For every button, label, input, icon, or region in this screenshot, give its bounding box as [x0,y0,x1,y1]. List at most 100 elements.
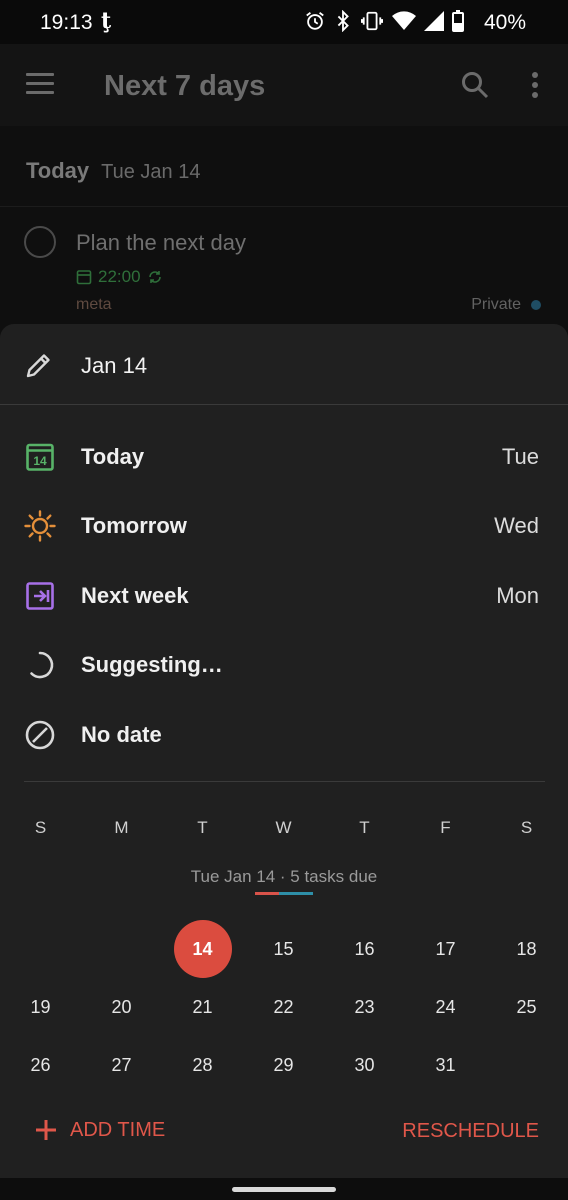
project-name: Private [471,296,521,313]
sun-icon [24,510,56,542]
calendar-day-number: 21 [192,996,213,1017]
option-day: Mon [496,583,539,608]
option-label: Tomorrow [81,513,187,538]
add-time-button[interactable]: ADD TIME [34,1118,165,1142]
battery-icon [452,10,464,32]
status-time: 19:13 [40,11,93,34]
calendar-day[interactable]: 22 [243,978,324,1036]
task-project: Private [471,296,541,314]
plus-icon [36,1120,56,1140]
home-indicator[interactable] [232,1187,336,1192]
divider [0,206,568,207]
nyt-app-icon: ţ [101,8,112,34]
pencil-icon [26,354,50,378]
option-label: Suggesting… [81,652,223,677]
date-input-row[interactable]: Jan 14 [0,324,568,404]
alarm-icon [306,12,324,30]
option-no-date[interactable]: No date [0,700,568,770]
calendar-day-number: 24 [435,996,456,1017]
calendar-day-number: 29 [273,1054,294,1075]
calendar-day[interactable]: 31 [405,1036,486,1094]
task-load-bar [255,892,313,895]
calendar-day-number: 28 [192,1054,213,1075]
next-week-icon [24,580,56,612]
calendar-day[interactable]: 19 [0,978,81,1036]
calendar-day[interactable]: 16 [324,920,405,978]
weekday-label: T [359,818,370,837]
calendar-today-icon: 14 [24,441,56,473]
weekday-label: F [440,818,451,837]
calendar-grid: 14 15 16 17 18 19 20 21 22 23 24 25 26 27 28 29 30 31 [0,920,568,1094]
calendar-day-number: 15 [273,938,294,959]
calendar-day-number: 16 [354,938,375,959]
task-label: meta [76,296,112,313]
calendar-day[interactable]: 26 [0,1036,81,1094]
sheet-actions: ADD TIME RESCHEDULE [0,1112,568,1152]
calendar-day[interactable]: 27 [81,1036,162,1094]
calendar-icon [76,270,92,285]
calendar-day-selected[interactable]: 14 [162,920,243,978]
search-icon[interactable] [460,70,490,100]
calendar-empty-cell [0,920,81,978]
calendar-day[interactable]: 15 [243,920,324,978]
gesture-nav-bar [0,1178,568,1200]
project-color-dot [531,300,541,310]
weekday-label: S [520,818,533,837]
month-info: Tue Jan 14 · 5 tasks due [190,867,378,886]
calendar-day[interactable]: 21 [162,978,243,1036]
calendar-day[interactable]: 18 [486,920,567,978]
task-title[interactable]: Plan the next day [76,230,246,256]
divider [0,404,568,405]
calendar-day[interactable]: 24 [405,978,486,1036]
calendar-day[interactable]: 30 [324,1036,405,1094]
option-next-week[interactable]: Next week Mon [0,561,568,631]
calendar-day[interactable]: 28 [162,1036,243,1094]
recurring-icon [148,271,161,283]
add-time-label: ADD TIME [70,1118,166,1141]
option-suggesting[interactable]: Suggesting… [0,630,568,700]
section-date: Tue Jan 14 [101,161,201,183]
option-tomorrow[interactable]: Tomorrow Wed [0,491,568,561]
status-bar: 19:13 ţ 40% [0,0,568,44]
calendar-day[interactable]: 23 [324,978,405,1036]
weekday-label: T [197,818,208,837]
divider [24,781,545,782]
spinner-icon [24,649,56,681]
calendar-day-number: 20 [111,996,132,1017]
option-label: Next week [81,583,189,608]
task-due-time: 22:00 [98,267,141,286]
signal-icon [424,11,444,31]
calendar-day[interactable]: 29 [243,1036,324,1094]
calendar-empty-cell [81,920,162,978]
section-header: Today Tue Jan 14 [26,158,200,184]
task-checkbox[interactable] [24,226,56,258]
battery-level: 40% [483,11,526,34]
calendar-day-number: 30 [354,1054,375,1075]
wifi-icon [392,11,416,30]
option-label: Today [81,444,145,469]
task-list: Today Tue Jan 14 Plan the next day 22:00… [0,126,568,356]
menu-icon[interactable] [26,73,54,100]
page-title: Next 7 days [104,70,266,102]
more-options-icon[interactable] [532,72,538,102]
reschedule-button[interactable]: RESCHEDULE [402,1120,539,1143]
calendar-day-number: 23 [354,996,375,1017]
weekday-label: M [114,818,129,837]
weekday-header: S M T W T F S [0,818,568,838]
date-input-value[interactable]: Jan 14 [81,353,147,379]
option-today[interactable]: 14 Today Tue [0,422,568,492]
calendar-day[interactable]: 17 [405,920,486,978]
weekday-label: W [275,818,292,837]
option-day: Tue [501,444,539,469]
calendar-empty-cell [486,1036,567,1094]
calendar-day[interactable]: 20 [81,978,162,1036]
option-label: No date [81,722,162,747]
calendar-day-number: 14 [173,920,232,978]
svg-text:14: 14 [33,454,47,468]
scheduler-sheet: Jan 14 14 Today Tue Tomorrow Wed Next we… [0,324,568,1178]
calendar-day-number: 26 [30,1054,51,1075]
app-bar: Next 7 days [0,44,568,126]
vibrate-icon [361,11,383,31]
calendar-day[interactable]: 25 [486,978,567,1036]
section-label: Today [26,158,90,183]
